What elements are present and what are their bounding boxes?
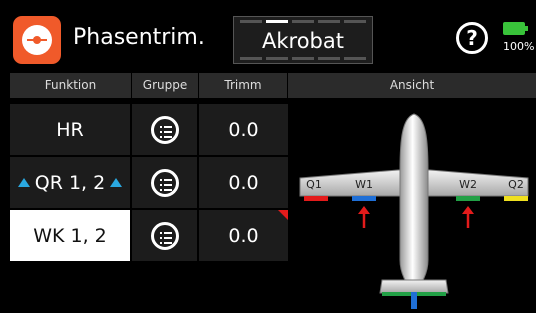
help-icon[interactable]: ? [456, 22, 488, 54]
table-row: QR 1, 2 0.0 [10, 157, 288, 208]
surface-q2 [504, 196, 528, 201]
function-cell[interactable]: QR 1, 2 [10, 157, 130, 208]
surface-q1 [304, 196, 328, 201]
battery-percent: 100% [503, 40, 535, 53]
label-w2: W2 [459, 178, 477, 191]
triangle-up-icon [17, 178, 30, 187]
page-title: Phasentrim. [73, 25, 205, 50]
airplane-diagram: Q1 W1 W2 Q2 [299, 113, 529, 309]
function-cell-selected[interactable]: WK 1, 2 [10, 210, 130, 261]
column-header-group: Gruppe [132, 73, 199, 98]
arrow-up-w1-icon [358, 206, 370, 228]
flight-mode-label: Akrobat [262, 29, 344, 53]
header-bar: Phasentrim. Akrobat ? 100% [10, 10, 536, 70]
label-q2: Q2 [508, 178, 524, 191]
group-toggle-cell[interactable] [132, 210, 197, 261]
group-list-icon[interactable] [150, 168, 179, 197]
tailplane-shape [379, 279, 449, 294]
column-header-view: Ansicht [389, 78, 435, 92]
surface-w2 [456, 196, 480, 201]
function-label: HR [56, 118, 84, 141]
table-row: WK 1, 2 0.0 [10, 210, 288, 261]
triangle-up-icon [110, 178, 123, 187]
function-label: QR 1, 2 [34, 171, 106, 194]
table-header: Funktion Gruppe Trimm Ansicht [10, 73, 536, 98]
screen: Phasentrim. Akrobat ? 100% Funktion Grup… [10, 10, 536, 309]
group-list-icon[interactable] [150, 221, 179, 250]
table-row: HR 0.0 [10, 104, 288, 155]
trim-value: 0.0 [228, 171, 259, 194]
trim-value-cell[interactable]: 0.0 [199, 104, 288, 155]
label-w1: W1 [355, 178, 373, 191]
column-header-function: Funktion [10, 73, 132, 98]
arrow-up-w2-icon [462, 206, 474, 228]
trim-value: 0.0 [228, 224, 259, 247]
trim-value: 0.0 [228, 118, 259, 141]
battery-icon [503, 22, 528, 35]
surface-w1 [352, 196, 376, 201]
rudder-surface [411, 292, 417, 309]
airplane-view: Q1 W1 W2 Q2 [290, 100, 536, 309]
group-toggle-cell[interactable] [132, 157, 197, 208]
function-cell[interactable]: HR [10, 104, 130, 155]
battery-indicator: 100% [503, 20, 536, 56]
phase-trim-app-icon[interactable] [13, 16, 61, 64]
flight-mode-selector[interactable]: Akrobat [233, 16, 373, 64]
fuselage-shape [399, 113, 429, 291]
group-toggle-cell[interactable] [132, 104, 197, 155]
group-list-icon[interactable] [150, 115, 179, 144]
edit-marker-icon [278, 210, 288, 220]
column-header-trim: Trimm [199, 73, 288, 98]
trim-value-cell[interactable]: 0.0 [199, 157, 288, 208]
label-q1: Q1 [306, 178, 322, 191]
function-label: WK 1, 2 [33, 224, 107, 247]
trim-value-cell[interactable]: 0.0 [199, 210, 288, 261]
